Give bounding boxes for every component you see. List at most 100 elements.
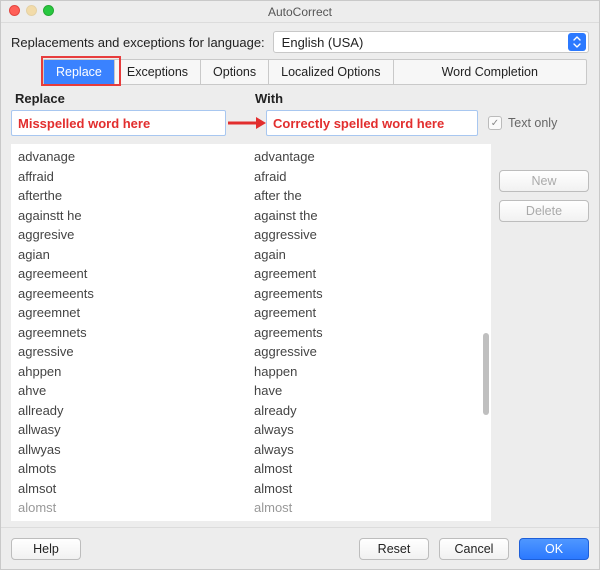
- cell-from: allwasy: [18, 420, 254, 440]
- dialog-content: Replacements and exceptions for language…: [1, 23, 599, 527]
- cell-to: again: [254, 245, 482, 265]
- cell-to: aggressive: [254, 342, 482, 362]
- scrollbar[interactable]: [482, 145, 490, 520]
- cell-to: agreement: [254, 303, 482, 323]
- tab-exceptions[interactable]: Exceptions: [115, 60, 201, 84]
- checkbox-icon: ✓: [488, 116, 502, 130]
- table-row[interactable]: agianagain: [18, 245, 482, 265]
- cell-from: agreemnets: [18, 323, 254, 343]
- cell-to: advantage: [254, 147, 482, 167]
- language-label: Replacements and exceptions for language…: [11, 35, 265, 50]
- cell-from: allwyas: [18, 440, 254, 460]
- dropdown-toggle-icon[interactable]: [568, 33, 586, 51]
- table-row[interactable]: agreemeentsagreements: [18, 284, 482, 304]
- minimize-window-icon: [26, 5, 37, 16]
- table-row[interactable]: agreemnetsagreements: [18, 323, 482, 343]
- list-area: advanageadvantageaffraidafraidaftertheaf…: [11, 144, 589, 521]
- table-row[interactable]: almotsalmost: [18, 459, 482, 479]
- table-row[interactable]: allreadyalready: [18, 401, 482, 421]
- table-row[interactable]: allwyasalways: [18, 440, 482, 460]
- cell-to: after the: [254, 186, 482, 206]
- table-row[interactable]: affraidafraid: [18, 167, 482, 187]
- cell-to: agreements: [254, 323, 482, 343]
- cell-to: afraid: [254, 167, 482, 187]
- table-row[interactable]: agreemnetagreement: [18, 303, 482, 323]
- cell-from: ahve: [18, 381, 254, 401]
- maximize-window-icon[interactable]: [43, 5, 54, 16]
- delete-button[interactable]: Delete: [499, 200, 589, 222]
- table-row[interactable]: advanageadvantage: [18, 147, 482, 167]
- cell-to: almost: [254, 498, 482, 518]
- column-header-with: With: [251, 91, 589, 106]
- cell-from: againstt he: [18, 206, 254, 226]
- cell-to: aggressive: [254, 225, 482, 245]
- cell-to: always: [254, 440, 482, 460]
- with-input-annotation: Correctly spelled word here: [273, 116, 444, 131]
- ok-button[interactable]: OK: [519, 538, 589, 560]
- scrollbar-thumb[interactable]: [483, 333, 489, 416]
- list-rows: advanageadvantageaffraidafraidaftertheaf…: [12, 145, 482, 520]
- cell-to: have: [254, 381, 482, 401]
- cell-from: almots: [18, 459, 254, 479]
- cell-from: agreemeent: [18, 264, 254, 284]
- dialog-footer: Help Reset Cancel OK: [1, 527, 599, 569]
- replacements-list[interactable]: advanageadvantageaffraidafraidaftertheaf…: [11, 144, 491, 521]
- cell-to: almost: [254, 479, 482, 499]
- cell-from: agreemeents: [18, 284, 254, 304]
- language-select-value: English (USA): [282, 35, 364, 50]
- cell-from: alomst: [18, 498, 254, 518]
- language-row: Replacements and exceptions for language…: [11, 31, 589, 53]
- table-row[interactable]: agressiveaggressive: [18, 342, 482, 362]
- window-title: AutoCorrect: [268, 5, 332, 19]
- new-button[interactable]: New: [499, 170, 589, 192]
- table-row[interactable]: alomstalmost: [18, 498, 482, 518]
- cell-from: agian: [18, 245, 254, 265]
- table-row[interactable]: againstt heagainst the: [18, 206, 482, 226]
- autocorrect-window: AutoCorrect Replacements and exceptions …: [0, 0, 600, 570]
- titlebar: AutoCorrect: [1, 1, 599, 23]
- replace-input-annotation: Misspelled word here: [18, 116, 150, 131]
- cell-to: already: [254, 401, 482, 421]
- cell-to: agreements: [254, 284, 482, 304]
- tab-localized[interactable]: Localized Options: [269, 60, 393, 84]
- text-only-checkbox[interactable]: ✓ Text only: [488, 116, 557, 130]
- tab-options[interactable]: Options: [201, 60, 269, 84]
- cell-to: almost: [254, 459, 482, 479]
- cell-from: affraid: [18, 167, 254, 187]
- reset-button[interactable]: Reset: [359, 538, 429, 560]
- table-row[interactable]: aftertheafter the: [18, 186, 482, 206]
- help-button[interactable]: Help: [11, 538, 81, 560]
- side-buttons: New Delete: [499, 144, 589, 521]
- tab-replace[interactable]: Replace: [44, 60, 115, 84]
- fields-row: Misspelled word here Correctly spelled w…: [11, 110, 589, 136]
- cell-to: against the: [254, 206, 482, 226]
- window-controls: [9, 5, 54, 16]
- cell-to: agreement: [254, 264, 482, 284]
- table-row[interactable]: aggresiveaggressive: [18, 225, 482, 245]
- cell-from: advanage: [18, 147, 254, 167]
- table-row[interactable]: almsotalmost: [18, 479, 482, 499]
- with-input[interactable]: Correctly spelled word here: [266, 110, 478, 136]
- text-only-label: Text only: [508, 116, 557, 130]
- table-row[interactable]: ahppenhappen: [18, 362, 482, 382]
- table-row[interactable]: agreemeentagreement: [18, 264, 482, 284]
- table-row[interactable]: ahvehave: [18, 381, 482, 401]
- language-select[interactable]: English (USA): [273, 31, 589, 53]
- columns-header: Replace With: [11, 91, 589, 106]
- tab-word-completion[interactable]: Word Completion: [394, 60, 587, 84]
- cell-from: afterthe: [18, 186, 254, 206]
- tab-bar: Replace Exceptions Options Localized Opt…: [43, 59, 587, 85]
- cell-from: agreemnet: [18, 303, 254, 323]
- table-row[interactable]: allwasyalways: [18, 420, 482, 440]
- cell-from: agressive: [18, 342, 254, 362]
- annotation-arrow-icon: [226, 110, 266, 136]
- replace-input[interactable]: Misspelled word here: [11, 110, 226, 136]
- close-window-icon[interactable]: [9, 5, 20, 16]
- cell-from: almsot: [18, 479, 254, 499]
- column-header-replace: Replace: [11, 91, 251, 106]
- cell-from: aggresive: [18, 225, 254, 245]
- cell-to: always: [254, 420, 482, 440]
- cell-from: ahppen: [18, 362, 254, 382]
- cancel-button[interactable]: Cancel: [439, 538, 509, 560]
- cell-to: happen: [254, 362, 482, 382]
